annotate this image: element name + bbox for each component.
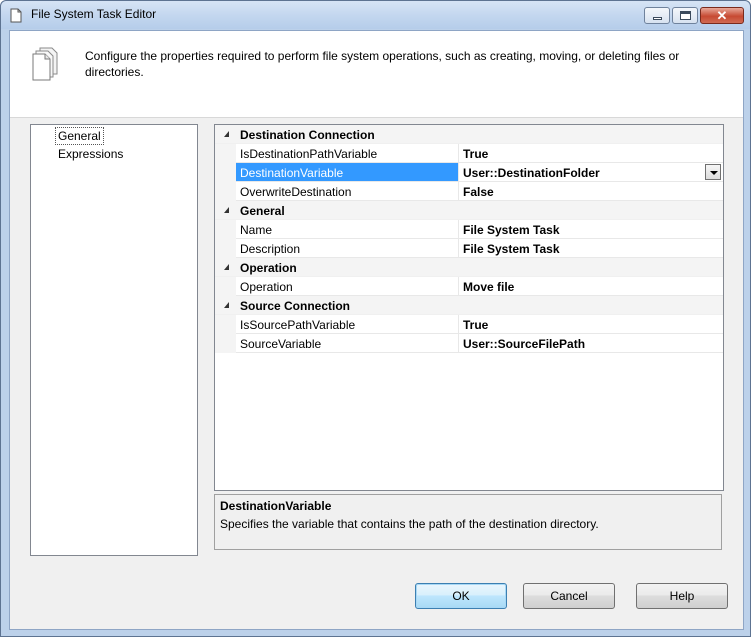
property-value[interactable]: User::SourceFilePath bbox=[459, 334, 723, 353]
row-gutter bbox=[215, 277, 236, 296]
header-panel: Configure the properties required to per… bbox=[10, 31, 743, 118]
row-gutter bbox=[215, 334, 236, 353]
row-gutter bbox=[215, 315, 236, 334]
window-title: File System Task Editor bbox=[31, 7, 157, 21]
property-row-overwritedestination[interactable]: OverwriteDestination False bbox=[215, 182, 723, 201]
title-bar[interactable]: File System Task Editor ✕ bbox=[1, 1, 750, 29]
category-general[interactable]: General bbox=[215, 201, 723, 220]
dropdown-button[interactable] bbox=[705, 164, 721, 180]
page-nav-list: General Expressions bbox=[30, 124, 198, 556]
property-row-isdestinationpathvariable[interactable]: IsDestinationPathVariable True bbox=[215, 144, 723, 163]
row-gutter bbox=[215, 182, 236, 201]
property-row-destinationvariable[interactable]: DestinationVariable User::DestinationFol… bbox=[215, 163, 723, 182]
help-button[interactable]: Help bbox=[636, 583, 728, 609]
row-gutter bbox=[215, 163, 236, 182]
property-row-operation[interactable]: Operation Move file bbox=[215, 277, 723, 296]
ok-button[interactable]: OK bbox=[415, 583, 507, 609]
category-operation[interactable]: Operation bbox=[215, 258, 723, 277]
property-grid: Destination Connection IsDestinationPath… bbox=[214, 124, 724, 491]
minimize-button[interactable] bbox=[644, 7, 670, 24]
nav-item-expressions[interactable]: Expressions bbox=[56, 146, 125, 162]
row-gutter bbox=[215, 239, 236, 258]
property-name: Description bbox=[236, 239, 459, 258]
property-value[interactable]: False bbox=[459, 182, 723, 201]
description-title: DestinationVariable bbox=[220, 499, 332, 513]
dialog-window: File System Task Editor ✕ Configure the … bbox=[0, 0, 751, 637]
maximize-icon bbox=[680, 11, 691, 20]
collapse-triangle-icon[interactable] bbox=[224, 302, 229, 308]
dialog-client-area: Configure the properties required to per… bbox=[9, 30, 744, 630]
chevron-down-icon bbox=[710, 171, 718, 175]
collapse-triangle-icon[interactable] bbox=[224, 131, 229, 137]
property-row-issourcepathvariable[interactable]: IsSourcePathVariable True bbox=[215, 315, 723, 334]
cancel-button[interactable]: Cancel bbox=[523, 583, 615, 609]
property-name: Operation bbox=[236, 277, 459, 296]
document-pages-icon bbox=[32, 47, 58, 81]
property-description-pane: DestinationVariable Specifies the variab… bbox=[214, 494, 722, 550]
property-name: IsSourcePathVariable bbox=[236, 315, 459, 334]
close-icon: ✕ bbox=[716, 8, 728, 23]
collapse-triangle-icon[interactable] bbox=[224, 264, 229, 270]
category-label: General bbox=[240, 204, 285, 218]
property-name: OverwriteDestination bbox=[236, 182, 459, 201]
property-name: Name bbox=[236, 220, 459, 239]
property-name: IsDestinationPathVariable bbox=[236, 144, 459, 163]
category-source-connection[interactable]: Source Connection bbox=[215, 296, 723, 315]
maximize-button[interactable] bbox=[672, 7, 698, 24]
property-value[interactable]: Move file bbox=[459, 277, 723, 296]
property-row-description[interactable]: Description File System Task bbox=[215, 239, 723, 258]
category-label: Source Connection bbox=[240, 299, 351, 313]
property-value[interactable]: User::DestinationFolder bbox=[459, 163, 723, 182]
property-name: SourceVariable bbox=[236, 334, 459, 353]
minimize-icon bbox=[653, 17, 662, 20]
property-value[interactable]: File System Task bbox=[459, 220, 723, 239]
property-value[interactable]: True bbox=[459, 144, 723, 163]
property-value[interactable]: File System Task bbox=[459, 239, 723, 258]
row-gutter bbox=[215, 220, 236, 239]
document-icon bbox=[10, 8, 22, 23]
property-row-sourcevariable[interactable]: SourceVariable User::SourceFilePath bbox=[215, 334, 723, 353]
close-button[interactable]: ✕ bbox=[700, 7, 744, 24]
property-value-text: User::DestinationFolder bbox=[463, 166, 600, 180]
header-description: Configure the properties required to per… bbox=[85, 49, 680, 79]
nav-item-general[interactable]: General bbox=[55, 127, 104, 145]
collapse-triangle-icon[interactable] bbox=[224, 207, 229, 213]
row-gutter bbox=[215, 144, 236, 163]
category-destination-connection[interactable]: Destination Connection bbox=[215, 125, 723, 144]
category-label: Destination Connection bbox=[240, 128, 375, 142]
category-label: Operation bbox=[240, 261, 297, 275]
property-row-name[interactable]: Name File System Task bbox=[215, 220, 723, 239]
property-value[interactable]: True bbox=[459, 315, 723, 334]
description-text: Specifies the variable that contains the… bbox=[220, 517, 599, 531]
caption-buttons: ✕ bbox=[644, 7, 744, 24]
property-name: DestinationVariable bbox=[236, 163, 459, 182]
